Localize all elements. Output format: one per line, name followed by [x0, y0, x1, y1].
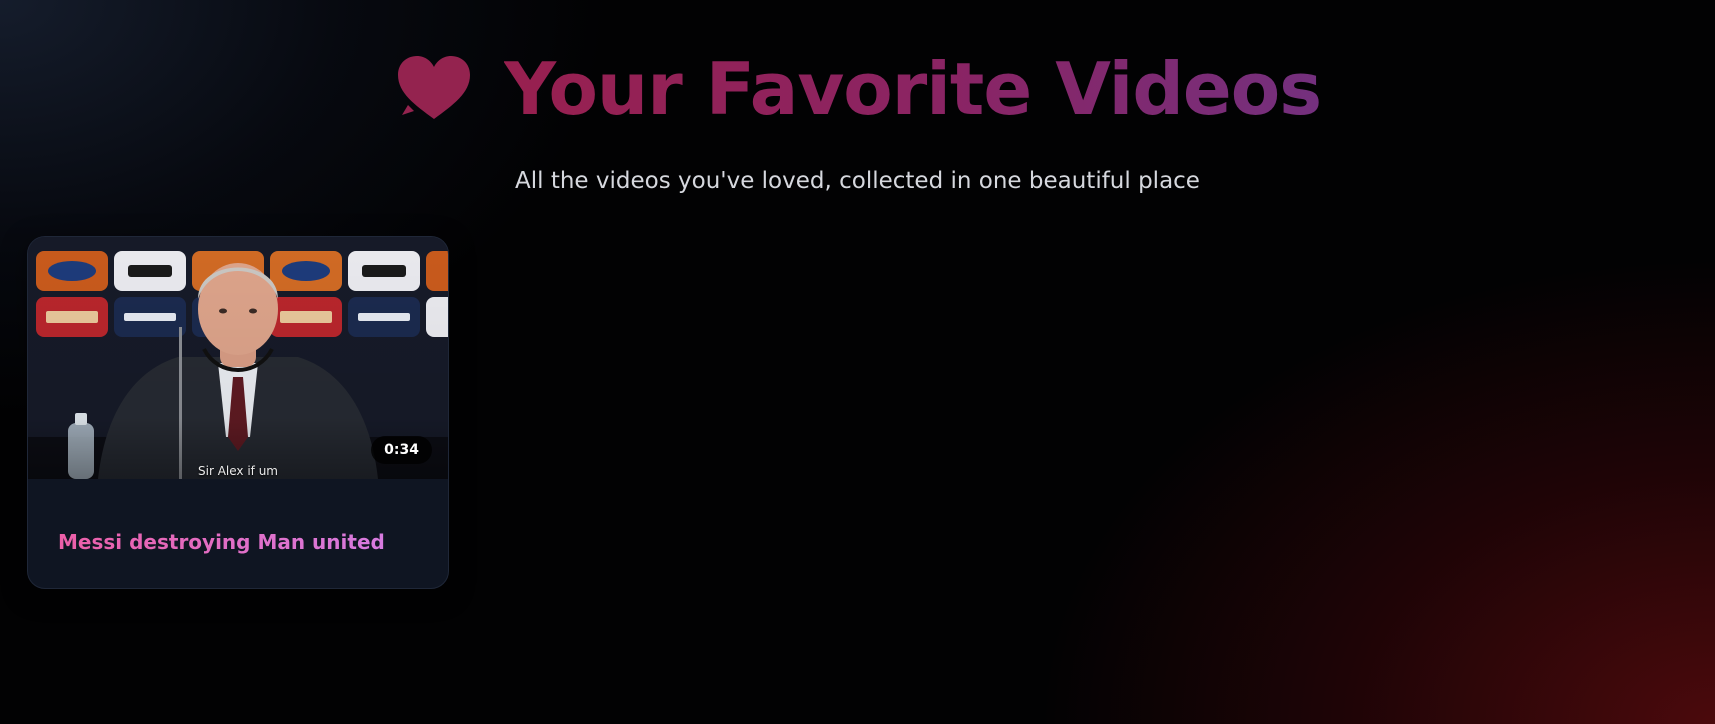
title-row: Your Favorite Videos [0, 46, 1715, 132]
heart-icon [394, 49, 474, 129]
page-subtitle: All the videos you've loved, collected i… [515, 168, 1200, 194]
page-header: Your Favorite Videos All the videos you'… [0, 0, 1715, 200]
video-title[interactable]: Messi destroying Man united [58, 530, 385, 554]
page-title: Your Favorite Videos [503, 47, 1322, 131]
video-thumbnail[interactable]: Sir Alex if um 0:34 [28, 237, 448, 479]
duration-badge: 0:34 [371, 436, 432, 464]
card-body: Messi destroying Man united [28, 479, 448, 588]
video-card[interactable]: Sir Alex if um 0:34 Messi destroying Man… [27, 236, 449, 589]
video-subtitle-caption: Sir Alex if um [198, 464, 278, 478]
